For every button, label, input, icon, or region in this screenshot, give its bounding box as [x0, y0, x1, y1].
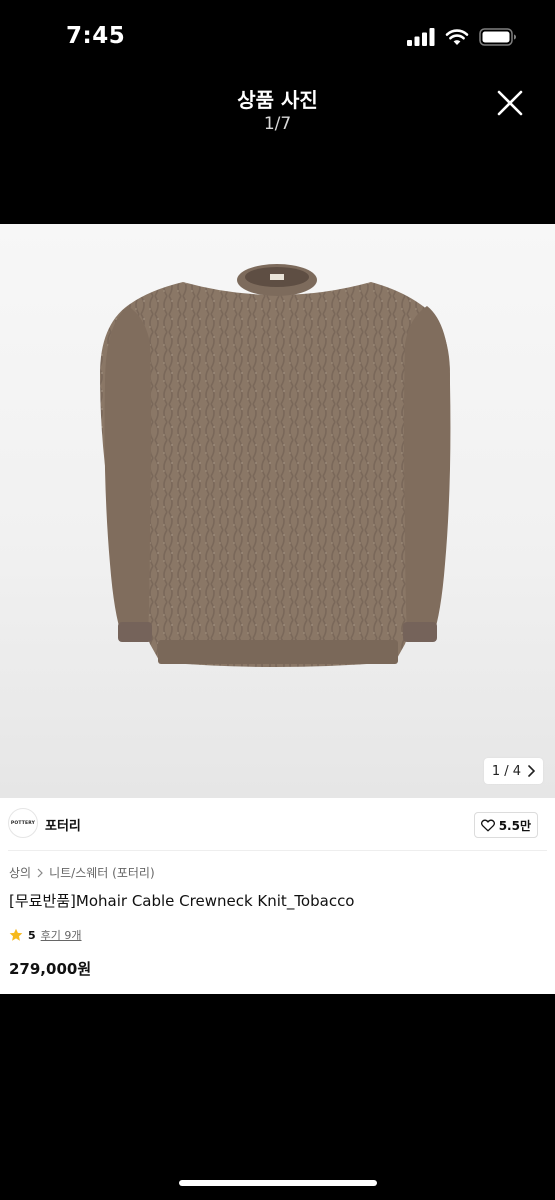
- wifi-icon: [445, 29, 469, 45]
- status-time: 7:45: [66, 23, 126, 49]
- home-indicator[interactable]: [179, 1180, 377, 1186]
- chevron-right-icon: [37, 868, 43, 877]
- status-bar: 7:45: [0, 0, 555, 76]
- brand-logo-text: POTTERY: [10, 820, 36, 826]
- photo-page-text: 1 / 4: [491, 763, 521, 779]
- product-photo[interactable]: 1 / 4: [0, 224, 555, 798]
- like-count: 5.5만: [498, 818, 531, 833]
- brand-name[interactable]: 포터리: [45, 815, 81, 834]
- heart-icon: [480, 819, 495, 831]
- like-button[interactable]: 5.5만: [473, 812, 538, 838]
- product-price: 279,000원: [9, 960, 92, 978]
- cellular-signal-icon: [407, 28, 435, 46]
- review-count-link[interactable]: 후기 9개: [41, 927, 82, 943]
- product-title: [무료반품]Mohair Cable Crewneck Knit_Tobacco: [9, 892, 355, 910]
- status-icons: [407, 26, 517, 48]
- viewer-title: 상품 사진: [237, 88, 318, 112]
- screen: 7:45 상품 사진 1/7 1 / 4 POTTERY 포터리 5.5만 상의…: [0, 0, 555, 1200]
- star-icon: [9, 928, 23, 941]
- brand-logo[interactable]: POTTERY: [8, 808, 38, 838]
- battery-icon: [479, 28, 516, 46]
- breadcrumb-category[interactable]: 상의: [9, 864, 31, 881]
- product-card: 1 / 4 POTTERY 포터리 5.5만 상의 니트/스웨터 (포터리) […: [0, 224, 555, 994]
- breadcrumb-subcategory[interactable]: 니트/스웨터 (포터리): [49, 864, 155, 881]
- close-icon: [497, 90, 523, 116]
- photo-viewer-header: 상품 사진 1/7: [0, 76, 555, 224]
- breadcrumb: 상의 니트/스웨터 (포터리): [9, 864, 155, 881]
- photo-page-indicator[interactable]: 1 / 4: [483, 758, 543, 784]
- viewer-photo-counter: 1/7: [263, 114, 292, 134]
- rating-score: 5: [28, 928, 36, 942]
- brand-row: POTTERY 포터리 5.5만: [0, 798, 555, 850]
- close-button[interactable]: [495, 88, 525, 118]
- rating-row: 5 후기 9개: [9, 927, 82, 943]
- chevron-right-icon: [528, 765, 535, 777]
- divider: [8, 850, 547, 851]
- sweater-image: [100, 264, 451, 667]
